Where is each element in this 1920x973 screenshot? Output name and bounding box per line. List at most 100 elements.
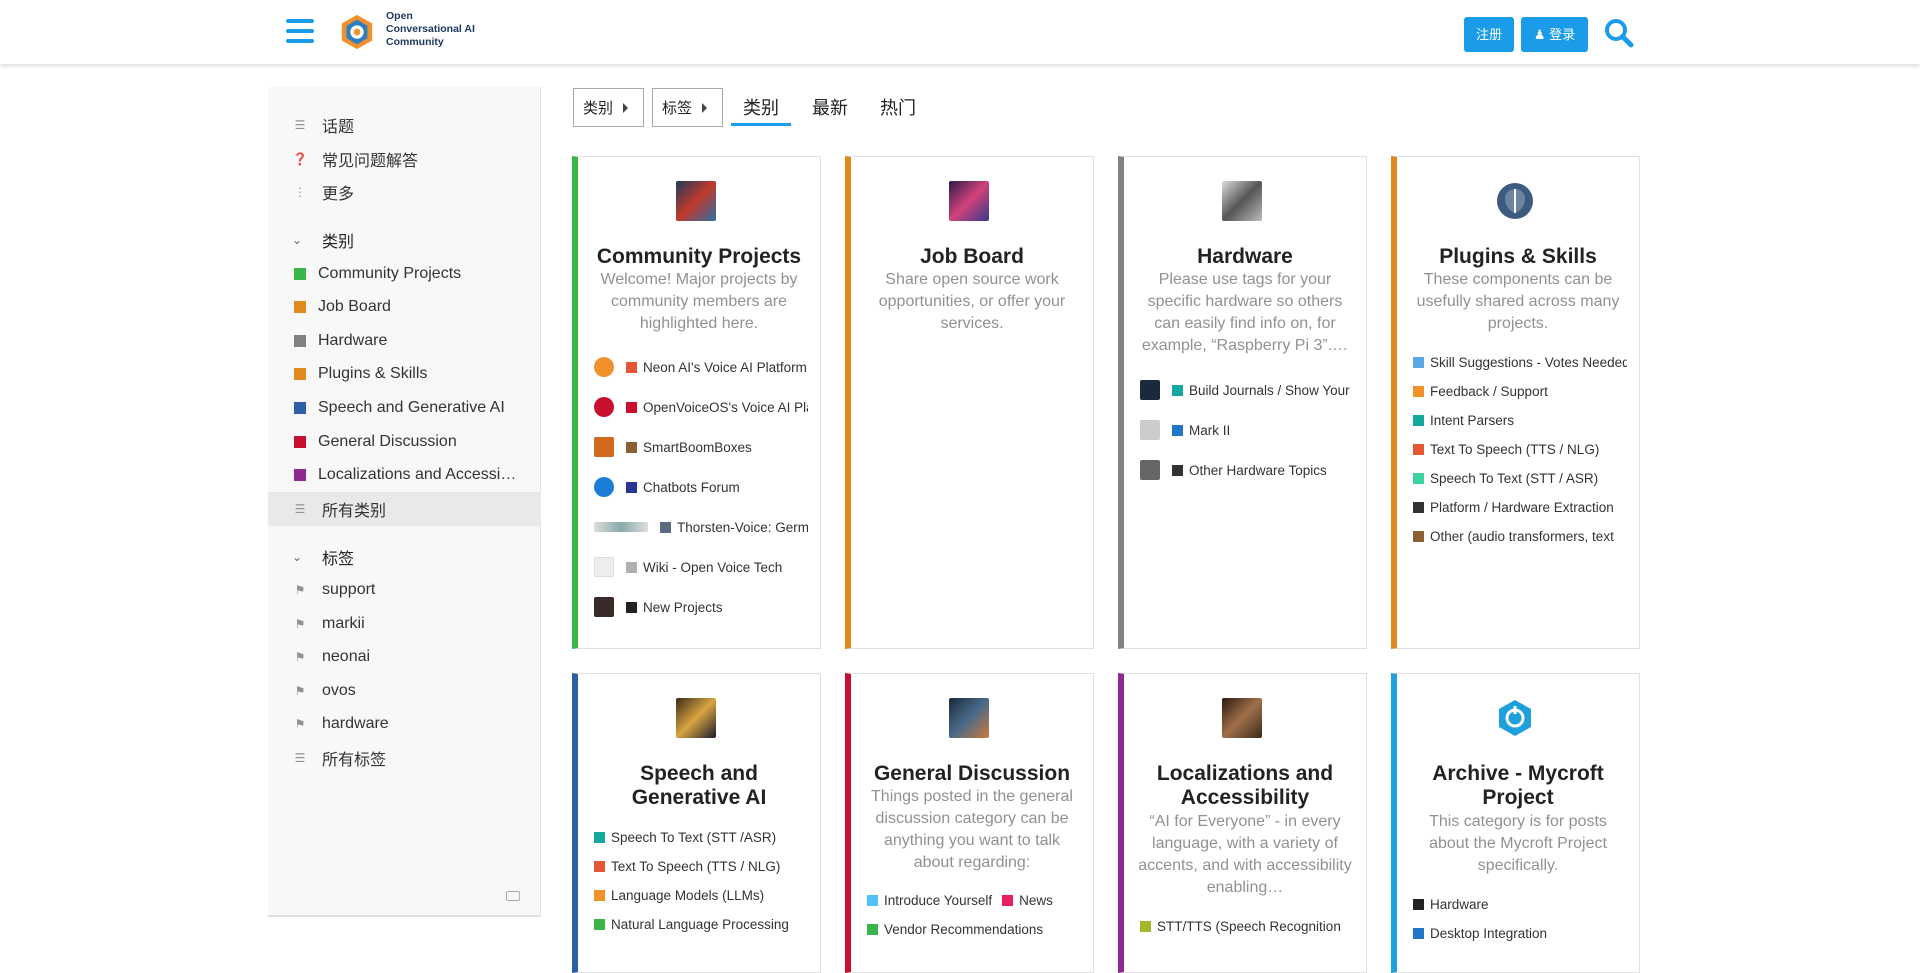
sidebar-categories-heading[interactable]: ⌄ 类别	[268, 223, 541, 257]
sidebar-category[interactable]: Plugins & Skills	[268, 357, 541, 391]
site-header: Open Conversational AI Community 注册 ♟ 登录	[0, 0, 1920, 64]
category-dropdown[interactable]: 类别	[573, 88, 644, 127]
subcategory-link[interactable]: Other Hardware Topics	[1140, 459, 1354, 481]
sidebar-item-faq[interactable]: ❓ 常见问题解答	[268, 142, 541, 176]
list-icon: ☰	[294, 751, 306, 765]
caret-right-icon	[623, 102, 629, 113]
category-logo	[1222, 181, 1262, 221]
sidebar-tag[interactable]: ⚑ markii	[268, 607, 541, 641]
category-logo	[949, 181, 989, 221]
category-description: Please use tags for your specific hardwa…	[1141, 271, 1349, 354]
site-logo[interactable]	[338, 12, 376, 52]
category-logo	[949, 698, 989, 738]
layers-icon: ☰	[294, 118, 306, 132]
category-title[interactable]: Localizations and Accessibility	[1130, 762, 1360, 810]
tag-icon: ⚑	[294, 583, 306, 597]
category-title[interactable]: General Discussion	[857, 762, 1087, 786]
sidebar-all-tags[interactable]: ☰ 所有标签	[268, 741, 541, 775]
category-card[interactable]: Archive - Mycroft Project This category …	[1391, 673, 1640, 973]
question-circle-icon: ❓	[292, 152, 308, 166]
caret-right-icon	[702, 102, 708, 113]
sidebar-item-topics[interactable]: ☰ 话题	[268, 108, 541, 142]
subcategory-link[interactable]: Platform / Hardware Extraction	[1413, 496, 1627, 518]
category-card[interactable]: Plugins & Skills These components can be…	[1391, 156, 1640, 649]
category-description: “AI for Everyone” - in every language, w…	[1138, 813, 1352, 896]
sidebar-category[interactable]: General Discussion	[268, 425, 541, 459]
category-card[interactable]: Speech and Generative AI Speech To Text …	[572, 673, 821, 973]
subcategory-link[interactable]: Language Models (LLMs)	[594, 884, 808, 906]
subcategory-link[interactable]: STT/TTS (Speech Recognition	[1140, 915, 1354, 937]
subcategory-link[interactable]: Neon AI's Voice AI Platform	[594, 356, 808, 378]
sidebar-tag[interactable]: ⚑ neonai	[268, 640, 541, 674]
sidebar: ☰ 话题 ❓ 常见问题解答 ⋮ 更多 ⌄ 类别 Community Projec…	[268, 87, 541, 917]
subcategory-link[interactable]: Introduce Yourself News	[867, 889, 1081, 911]
subcategory-link[interactable]: Build Journals / Show Your	[1140, 379, 1354, 401]
subcategory-link[interactable]: Text To Speech (TTS / NLG)	[1413, 438, 1627, 460]
sidebar-category[interactable]: Localizations and Accessi…	[268, 458, 541, 492]
subcategory-link[interactable]: Feedback / Support	[1413, 380, 1627, 402]
category-title[interactable]: Hardware	[1130, 245, 1360, 269]
ellipsis-vertical-icon: ⋮	[294, 185, 306, 199]
subcategory-link[interactable]: OpenVoiceOS's Voice AI Platform	[594, 396, 808, 418]
tab-categories[interactable]: 类别	[731, 92, 791, 126]
login-button[interactable]: ♟ 登录	[1521, 17, 1588, 52]
subcategory-link[interactable]: Speech To Text (STT /ASR)	[594, 826, 808, 848]
search-icon[interactable]	[1604, 18, 1634, 48]
sidebar-tags-heading[interactable]: ⌄ 标签	[268, 540, 541, 574]
tab-top[interactable]: 热门	[868, 92, 928, 126]
sidebar-tag[interactable]: ⚑ hardware	[268, 707, 541, 741]
category-logo	[1222, 698, 1262, 738]
category-title[interactable]: Speech and Generative AI	[584, 762, 814, 810]
sidebar-tag[interactable]: ⚑ ovos	[268, 674, 541, 708]
category-title[interactable]: Plugins & Skills	[1403, 245, 1633, 269]
mycroft-icon	[1499, 700, 1531, 736]
category-card[interactable]: Job Board Share open source work opportu…	[845, 156, 1094, 649]
category-card[interactable]: General Discussion Things posted in the …	[845, 673, 1094, 973]
subcategory-link[interactable]: SmartBoomBoxes	[594, 436, 808, 458]
category-card[interactable]: Hardware Please use tags for your specif…	[1118, 156, 1367, 649]
logo-text[interactable]: Open Conversational AI Community	[386, 10, 496, 49]
signup-button[interactable]: 注册	[1464, 17, 1514, 52]
tag-icon: ⚑	[294, 717, 306, 731]
category-description: Welcome! Major projects by community mem…	[600, 271, 798, 332]
subcategory-link[interactable]: Speech To Text (STT / ASR)	[1413, 467, 1627, 489]
sidebar-category[interactable]: Speech and Generative AI	[268, 391, 541, 425]
sidebar-all-categories[interactable]: ☰ 所有类别	[268, 492, 541, 526]
category-logo	[676, 698, 716, 738]
subcategory-link[interactable]: Natural Language Processing	[594, 913, 808, 935]
tag-icon: ⚑	[294, 617, 306, 631]
category-card[interactable]: Community Projects Welcome! Major projec…	[572, 156, 821, 649]
chevron-down-icon: ⌄	[292, 233, 303, 247]
keyboard-icon[interactable]	[506, 891, 520, 901]
category-title[interactable]: Community Projects	[584, 245, 814, 269]
sidebar-category[interactable]: Hardware	[268, 324, 541, 358]
subcategory-link[interactable]: Text To Speech (TTS / NLG)	[594, 855, 808, 877]
subcategory-link[interactable]: Vendor Recommendations	[867, 918, 1081, 940]
subcategory-link[interactable]: Skill Suggestions - Votes Needed	[1413, 351, 1627, 373]
sidebar-tag[interactable]: ⚑ support	[268, 573, 541, 607]
subcategory-link[interactable]: Chatbots Forum	[594, 476, 808, 498]
subcategory-link[interactable]: New Projects	[594, 596, 808, 618]
subcategory-link[interactable]: Hardware	[1413, 893, 1627, 915]
sidebar-item-more[interactable]: ⋮ 更多	[268, 175, 541, 209]
sidebar-category[interactable]: Community Projects	[268, 257, 541, 291]
tag-dropdown[interactable]: 标签	[652, 88, 723, 127]
tag-icon: ⚑	[294, 684, 306, 698]
category-logo	[676, 181, 716, 221]
list-icon: ☰	[294, 502, 306, 516]
subcategory-link[interactable]: Mark II	[1140, 419, 1354, 441]
subcategory-link[interactable]: Wiki - Open Voice Tech	[594, 556, 808, 578]
subcategory-link[interactable]: Thorsten-Voice: German	[594, 516, 808, 538]
tag-icon: ⚑	[294, 650, 306, 664]
category-title[interactable]: Archive - Mycroft Project	[1403, 762, 1633, 810]
category-title[interactable]: Job Board	[857, 245, 1087, 269]
sidebar-category[interactable]: Job Board	[268, 290, 541, 324]
category-card[interactable]: Localizations and Accessibility “AI for …	[1118, 673, 1367, 973]
subcategory-link[interactable]: Other (audio transformers, text	[1413, 525, 1627, 547]
subcategory-link[interactable]: Intent Parsers	[1413, 409, 1627, 431]
hamburger-menu-icon[interactable]	[286, 19, 314, 45]
tab-latest[interactable]: 最新	[800, 92, 860, 126]
category-description: Things posted in the general discussion …	[871, 788, 1073, 871]
category-description: This category is for posts about the Myc…	[1429, 813, 1607, 874]
chevron-down-icon: ⌄	[292, 550, 303, 564]
